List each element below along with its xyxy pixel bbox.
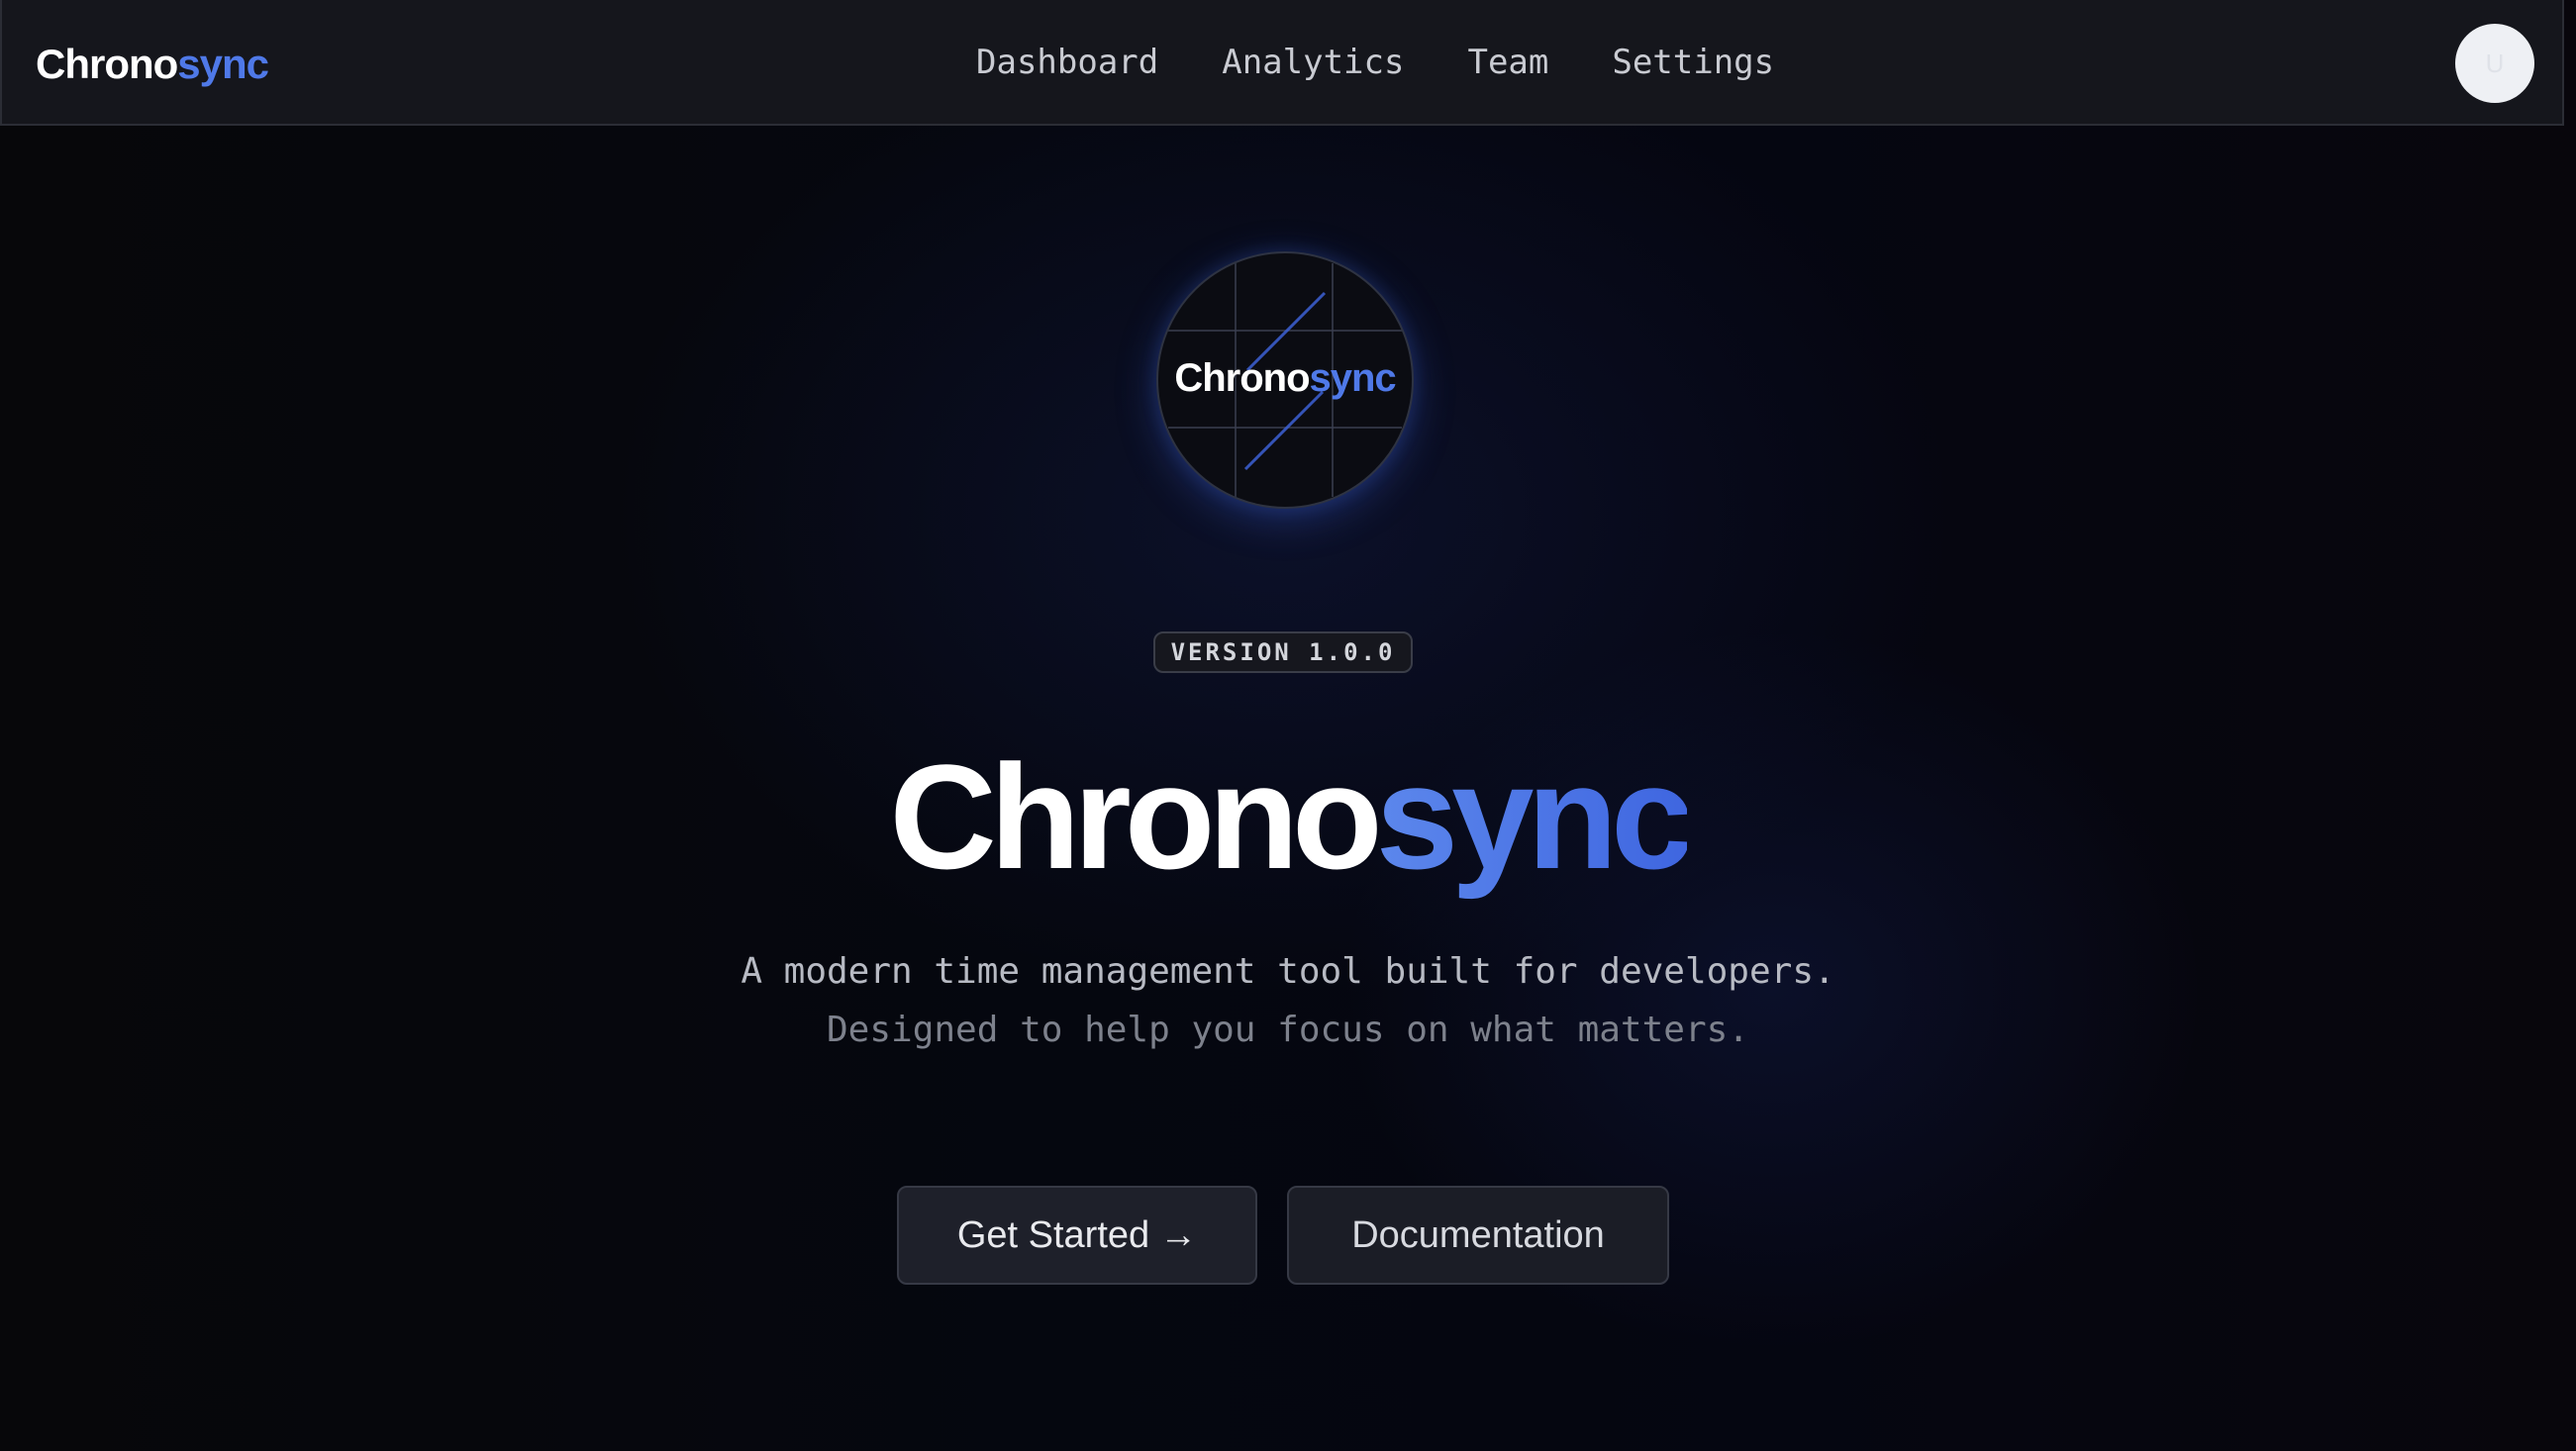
hero-tagline-line2: Designed to help you focus on what matte… bbox=[827, 1010, 1749, 1050]
logo-badge-part2: sync bbox=[1309, 356, 1397, 400]
version-badge: VERSION 1.0.0 bbox=[1153, 631, 1413, 673]
hero-title: Chronosync bbox=[0, 732, 2576, 901]
landing-page: Chronosync Dashboard Analytics Team Sett… bbox=[0, 0, 2576, 1451]
documentation-button[interactable]: Documentation bbox=[1287, 1186, 1669, 1285]
hero-title-part1: Chrono bbox=[889, 733, 1382, 900]
hero-title-part2: sync bbox=[1375, 733, 1694, 900]
logo-badge-text: Chronosync bbox=[1158, 350, 1412, 406]
nav-link-dashboard[interactable]: Dashboard bbox=[976, 38, 1158, 87]
nav-link-team[interactable]: Team bbox=[1467, 38, 1548, 87]
brand-logo-part2: sync bbox=[177, 41, 269, 87]
top-navbar: Chronosync Dashboard Analytics Team Sett… bbox=[0, 0, 2564, 126]
nav-link-analytics[interactable]: Analytics bbox=[1222, 38, 1404, 87]
brand-logo[interactable]: Chronosync bbox=[36, 36, 269, 93]
get-started-label: Get Started bbox=[956, 1213, 1150, 1256]
get-started-button[interactable]: Get Started → bbox=[897, 1186, 1257, 1285]
hero-tagline-line1: A modern time management tool built for … bbox=[741, 951, 1835, 992]
brand-logo-part1: Chrono bbox=[36, 41, 178, 87]
avatar-initial: U bbox=[2485, 48, 2505, 78]
nav-links: Dashboard Analytics Team Settings bbox=[976, 38, 1774, 87]
logo-badge-part1: Chrono bbox=[1174, 356, 1310, 400]
documentation-label: Documentation bbox=[1351, 1213, 1605, 1256]
nav-link-settings[interactable]: Settings bbox=[1612, 38, 1774, 87]
logo-badge: Chronosync bbox=[1156, 251, 1414, 509]
user-avatar[interactable]: U bbox=[2455, 24, 2534, 103]
arrow-right-icon: → bbox=[1159, 1213, 1198, 1256]
